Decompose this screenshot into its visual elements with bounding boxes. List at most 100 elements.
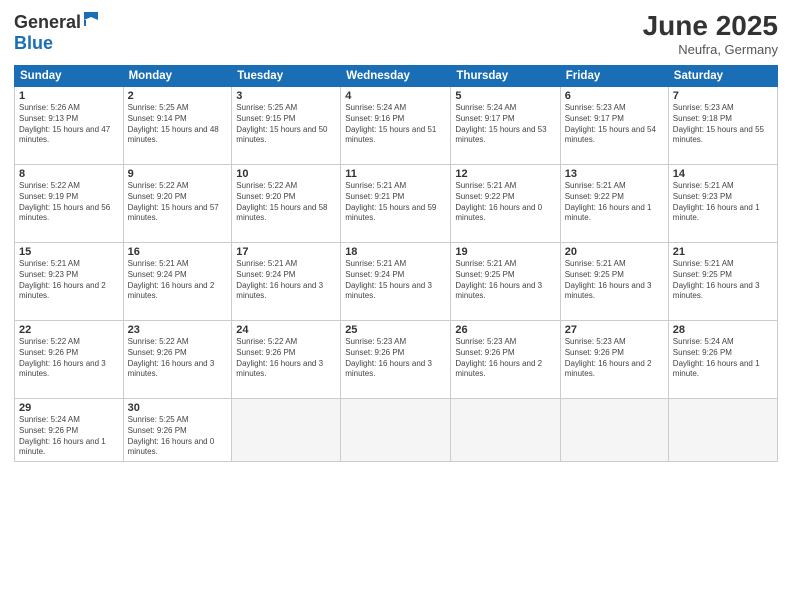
calendar-day-cell: 9 Sunrise: 5:22 AM Sunset: 9:20 PM Dayli… — [123, 165, 232, 243]
day-info: Sunrise: 5:22 AM Sunset: 9:26 PM Dayligh… — [128, 337, 228, 380]
day-info: Sunrise: 5:25 AM Sunset: 9:26 PM Dayligh… — [128, 415, 228, 458]
calendar-header-row: SundayMondayTuesdayWednesdayThursdayFrid… — [15, 66, 778, 87]
sunrise-label: Sunrise: 5:21 AM — [455, 181, 516, 190]
day-number: 3 — [236, 90, 336, 102]
daylight-label: Daylight: 15 hours and 50 minutes. — [236, 125, 327, 145]
calendar-day-cell — [232, 399, 341, 462]
day-number: 27 — [565, 324, 664, 336]
calendar-day-cell: 21 Sunrise: 5:21 AM Sunset: 9:25 PM Dayl… — [668, 243, 777, 321]
daylight-label: Daylight: 15 hours and 59 minutes. — [345, 203, 436, 223]
sunset-label: Sunset: 9:24 PM — [236, 270, 295, 279]
sunrise-label: Sunrise: 5:23 AM — [345, 337, 406, 346]
day-info: Sunrise: 5:22 AM Sunset: 9:26 PM Dayligh… — [19, 337, 119, 380]
sunset-label: Sunset: 9:24 PM — [128, 270, 187, 279]
sunrise-label: Sunrise: 5:21 AM — [565, 259, 626, 268]
header: General Blue June 2025 Neufra, Germany — [14, 10, 778, 57]
sunrise-label: Sunrise: 5:24 AM — [455, 103, 516, 112]
day-number: 8 — [19, 168, 119, 180]
daylight-label: Daylight: 16 hours and 0 minutes. — [455, 203, 542, 223]
calendar-week-row: 15 Sunrise: 5:21 AM Sunset: 9:23 PM Dayl… — [15, 243, 778, 321]
calendar-week-row: 1 Sunrise: 5:26 AM Sunset: 9:13 PM Dayli… — [15, 87, 778, 165]
day-info: Sunrise: 5:23 AM Sunset: 9:17 PM Dayligh… — [565, 103, 664, 146]
daylight-label: Daylight: 15 hours and 48 minutes. — [128, 125, 219, 145]
title-location: Neufra, Germany — [643, 42, 778, 57]
col-header-sunday: Sunday — [15, 66, 124, 87]
day-number: 17 — [236, 246, 336, 258]
day-number: 2 — [128, 90, 228, 102]
day-number: 15 — [19, 246, 119, 258]
calendar-week-row: 22 Sunrise: 5:22 AM Sunset: 9:26 PM Dayl… — [15, 321, 778, 399]
sunrise-label: Sunrise: 5:21 AM — [455, 259, 516, 268]
sunset-label: Sunset: 9:19 PM — [19, 192, 78, 201]
title-month: June 2025 — [643, 10, 778, 42]
day-number: 28 — [673, 324, 773, 336]
col-header-wednesday: Wednesday — [341, 66, 451, 87]
daylight-label: Daylight: 16 hours and 3 minutes. — [673, 281, 760, 301]
day-info: Sunrise: 5:24 AM Sunset: 9:16 PM Dayligh… — [345, 103, 446, 146]
daylight-label: Daylight: 16 hours and 3 minutes. — [236, 359, 323, 379]
sunrise-label: Sunrise: 5:24 AM — [673, 337, 734, 346]
day-info: Sunrise: 5:22 AM Sunset: 9:20 PM Dayligh… — [128, 181, 228, 224]
sunrise-label: Sunrise: 5:25 AM — [128, 415, 189, 424]
calendar-day-cell — [451, 399, 560, 462]
daylight-label: Daylight: 16 hours and 1 minute. — [673, 203, 760, 223]
sunset-label: Sunset: 9:22 PM — [455, 192, 514, 201]
calendar-day-cell — [560, 399, 668, 462]
daylight-label: Daylight: 16 hours and 2 minutes. — [455, 359, 542, 379]
calendar-day-cell: 20 Sunrise: 5:21 AM Sunset: 9:25 PM Dayl… — [560, 243, 668, 321]
sunset-label: Sunset: 9:15 PM — [236, 114, 295, 123]
sunset-label: Sunset: 9:23 PM — [19, 270, 78, 279]
day-number: 14 — [673, 168, 773, 180]
col-header-monday: Monday — [123, 66, 232, 87]
day-info: Sunrise: 5:23 AM Sunset: 9:18 PM Dayligh… — [673, 103, 773, 146]
sunrise-label: Sunrise: 5:21 AM — [345, 259, 406, 268]
day-info: Sunrise: 5:23 AM Sunset: 9:26 PM Dayligh… — [455, 337, 555, 380]
sunrise-label: Sunrise: 5:24 AM — [345, 103, 406, 112]
sunrise-label: Sunrise: 5:22 AM — [236, 181, 297, 190]
sunset-label: Sunset: 9:26 PM — [19, 426, 78, 435]
calendar-day-cell: 30 Sunrise: 5:25 AM Sunset: 9:26 PM Dayl… — [123, 399, 232, 462]
calendar-day-cell: 26 Sunrise: 5:23 AM Sunset: 9:26 PM Dayl… — [451, 321, 560, 399]
day-info: Sunrise: 5:25 AM Sunset: 9:15 PM Dayligh… — [236, 103, 336, 146]
sunrise-label: Sunrise: 5:22 AM — [19, 181, 80, 190]
sunrise-label: Sunrise: 5:25 AM — [128, 103, 189, 112]
day-info: Sunrise: 5:23 AM Sunset: 9:26 PM Dayligh… — [565, 337, 664, 380]
calendar-day-cell — [341, 399, 451, 462]
day-info: Sunrise: 5:21 AM Sunset: 9:24 PM Dayligh… — [345, 259, 446, 302]
sunset-label: Sunset: 9:26 PM — [673, 348, 732, 357]
sunrise-label: Sunrise: 5:22 AM — [128, 181, 189, 190]
sunset-label: Sunset: 9:21 PM — [345, 192, 404, 201]
day-number: 20 — [565, 246, 664, 258]
day-info: Sunrise: 5:25 AM Sunset: 9:14 PM Dayligh… — [128, 103, 228, 146]
sunset-label: Sunset: 9:22 PM — [565, 192, 624, 201]
calendar-day-cell: 18 Sunrise: 5:21 AM Sunset: 9:24 PM Dayl… — [341, 243, 451, 321]
calendar-day-cell: 5 Sunrise: 5:24 AM Sunset: 9:17 PM Dayli… — [451, 87, 560, 165]
day-info: Sunrise: 5:22 AM Sunset: 9:19 PM Dayligh… — [19, 181, 119, 224]
calendar-day-cell: 17 Sunrise: 5:21 AM Sunset: 9:24 PM Dayl… — [232, 243, 341, 321]
daylight-label: Daylight: 15 hours and 55 minutes. — [673, 125, 764, 145]
sunset-label: Sunset: 9:24 PM — [345, 270, 404, 279]
sunset-label: Sunset: 9:25 PM — [455, 270, 514, 279]
daylight-label: Daylight: 15 hours and 58 minutes. — [236, 203, 327, 223]
sunrise-label: Sunrise: 5:21 AM — [19, 259, 80, 268]
col-header-tuesday: Tuesday — [232, 66, 341, 87]
logo: General Blue — [14, 10, 101, 54]
daylight-label: Daylight: 16 hours and 3 minutes. — [128, 359, 215, 379]
daylight-label: Daylight: 16 hours and 3 minutes. — [345, 359, 432, 379]
calendar-day-cell: 19 Sunrise: 5:21 AM Sunset: 9:25 PM Dayl… — [451, 243, 560, 321]
day-number: 1 — [19, 90, 119, 102]
day-number: 10 — [236, 168, 336, 180]
sunrise-label: Sunrise: 5:23 AM — [455, 337, 516, 346]
calendar-day-cell: 28 Sunrise: 5:24 AM Sunset: 9:26 PM Dayl… — [668, 321, 777, 399]
col-header-saturday: Saturday — [668, 66, 777, 87]
sunset-label: Sunset: 9:16 PM — [345, 114, 404, 123]
day-info: Sunrise: 5:21 AM Sunset: 9:22 PM Dayligh… — [565, 181, 664, 224]
daylight-label: Daylight: 16 hours and 2 minutes. — [128, 281, 215, 301]
sunrise-label: Sunrise: 5:22 AM — [19, 337, 80, 346]
day-number: 7 — [673, 90, 773, 102]
sunrise-label: Sunrise: 5:21 AM — [673, 259, 734, 268]
sunset-label: Sunset: 9:20 PM — [236, 192, 295, 201]
day-number: 29 — [19, 402, 119, 414]
day-number: 4 — [345, 90, 446, 102]
day-number: 24 — [236, 324, 336, 336]
